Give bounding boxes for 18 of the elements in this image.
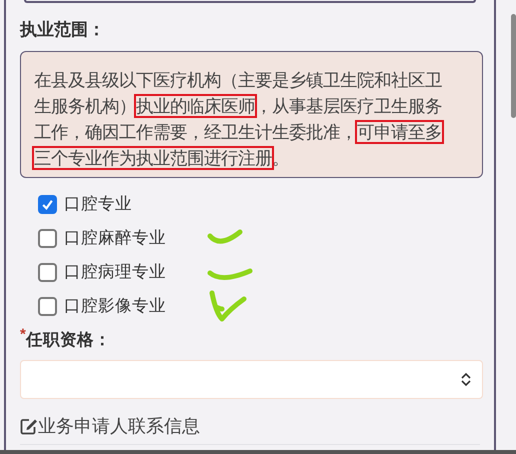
required-mark: *	[20, 328, 26, 342]
checkbox-label: 口腔麻醉专业	[64, 228, 166, 250]
checkbox-label: 口腔影像专业	[64, 296, 166, 318]
scrollbar[interactable]	[511, 14, 516, 118]
checkbox[interactable]	[38, 297, 57, 316]
notice-text: 在县及县级以下医疗机构（主要是乡镇卫生院和社区卫生服务机构）执业的临床医师，从事基层医疗卫生服务工作，确因工作需要，经卫生计生委批准，可申请至多三个专业作为执业范围进行注册。	[34, 68, 443, 170]
edit-icon	[20, 418, 38, 436]
section-title: 业务申请人联系信息	[38, 415, 200, 438]
checkbox-label: 口腔病理专业	[64, 262, 166, 284]
checkbox[interactable]	[38, 229, 57, 248]
qualification-label: 任职资格：	[26, 330, 111, 350]
check-icon	[41, 198, 54, 211]
select-field[interactable]	[20, 360, 483, 400]
field-label: 执业范围：	[20, 19, 106, 41]
chevron-updown-icon	[460, 372, 472, 388]
checkbox[interactable]	[38, 195, 57, 214]
checkbox[interactable]	[38, 263, 57, 282]
checkbox-label: 口腔专业	[64, 194, 132, 216]
